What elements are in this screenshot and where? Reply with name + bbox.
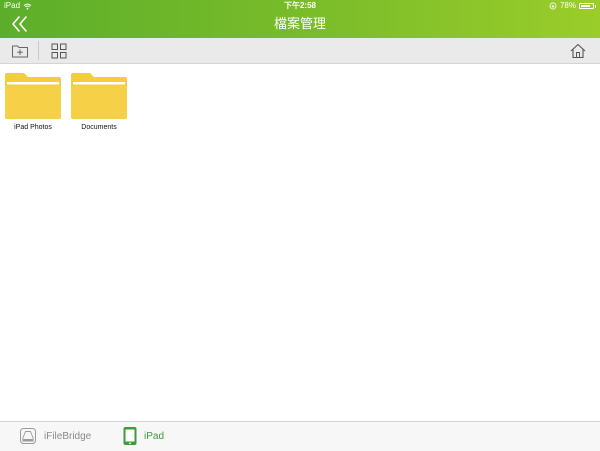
battery-icon xyxy=(579,3,594,9)
orientation-lock-icon xyxy=(549,2,557,10)
app-header: iPad 下午2:58 78% 檔案管理 xyxy=(0,0,600,38)
folder-name: iPad Photos xyxy=(14,124,52,131)
grid-view-icon[interactable] xyxy=(50,42,68,60)
tab-ifilebridge[interactable]: iFileBridge xyxy=(18,426,91,446)
battery-nub xyxy=(595,4,596,8)
folder-icon xyxy=(71,73,127,119)
tab-ipad[interactable]: iPad xyxy=(122,426,164,446)
home-icon[interactable] xyxy=(569,42,587,60)
folder-name: Documents xyxy=(81,124,117,131)
tab-bar: iFileBridge iPad xyxy=(0,421,600,451)
new-folder-icon[interactable] xyxy=(11,42,29,60)
tab-label: iPad xyxy=(144,430,165,442)
battery-percent: 78% xyxy=(559,1,576,10)
drive-icon xyxy=(20,428,36,444)
toolbar-divider xyxy=(38,41,39,60)
page-title: 檔案管理 xyxy=(273,16,326,31)
folder-item[interactable]: Documents xyxy=(68,72,130,131)
folder-item[interactable]: iPad Photos xyxy=(2,72,64,131)
status-bar: iPad 下午2:58 78% xyxy=(0,0,600,12)
folder-icon xyxy=(5,73,61,119)
battery-level xyxy=(581,5,590,7)
ipad-icon xyxy=(123,427,137,445)
status-time: 下午2:58 xyxy=(283,1,316,10)
tab-label: iFileBridge xyxy=(44,430,92,442)
toolbar xyxy=(0,38,600,64)
file-browser: iPad Photos Documents xyxy=(0,64,600,421)
